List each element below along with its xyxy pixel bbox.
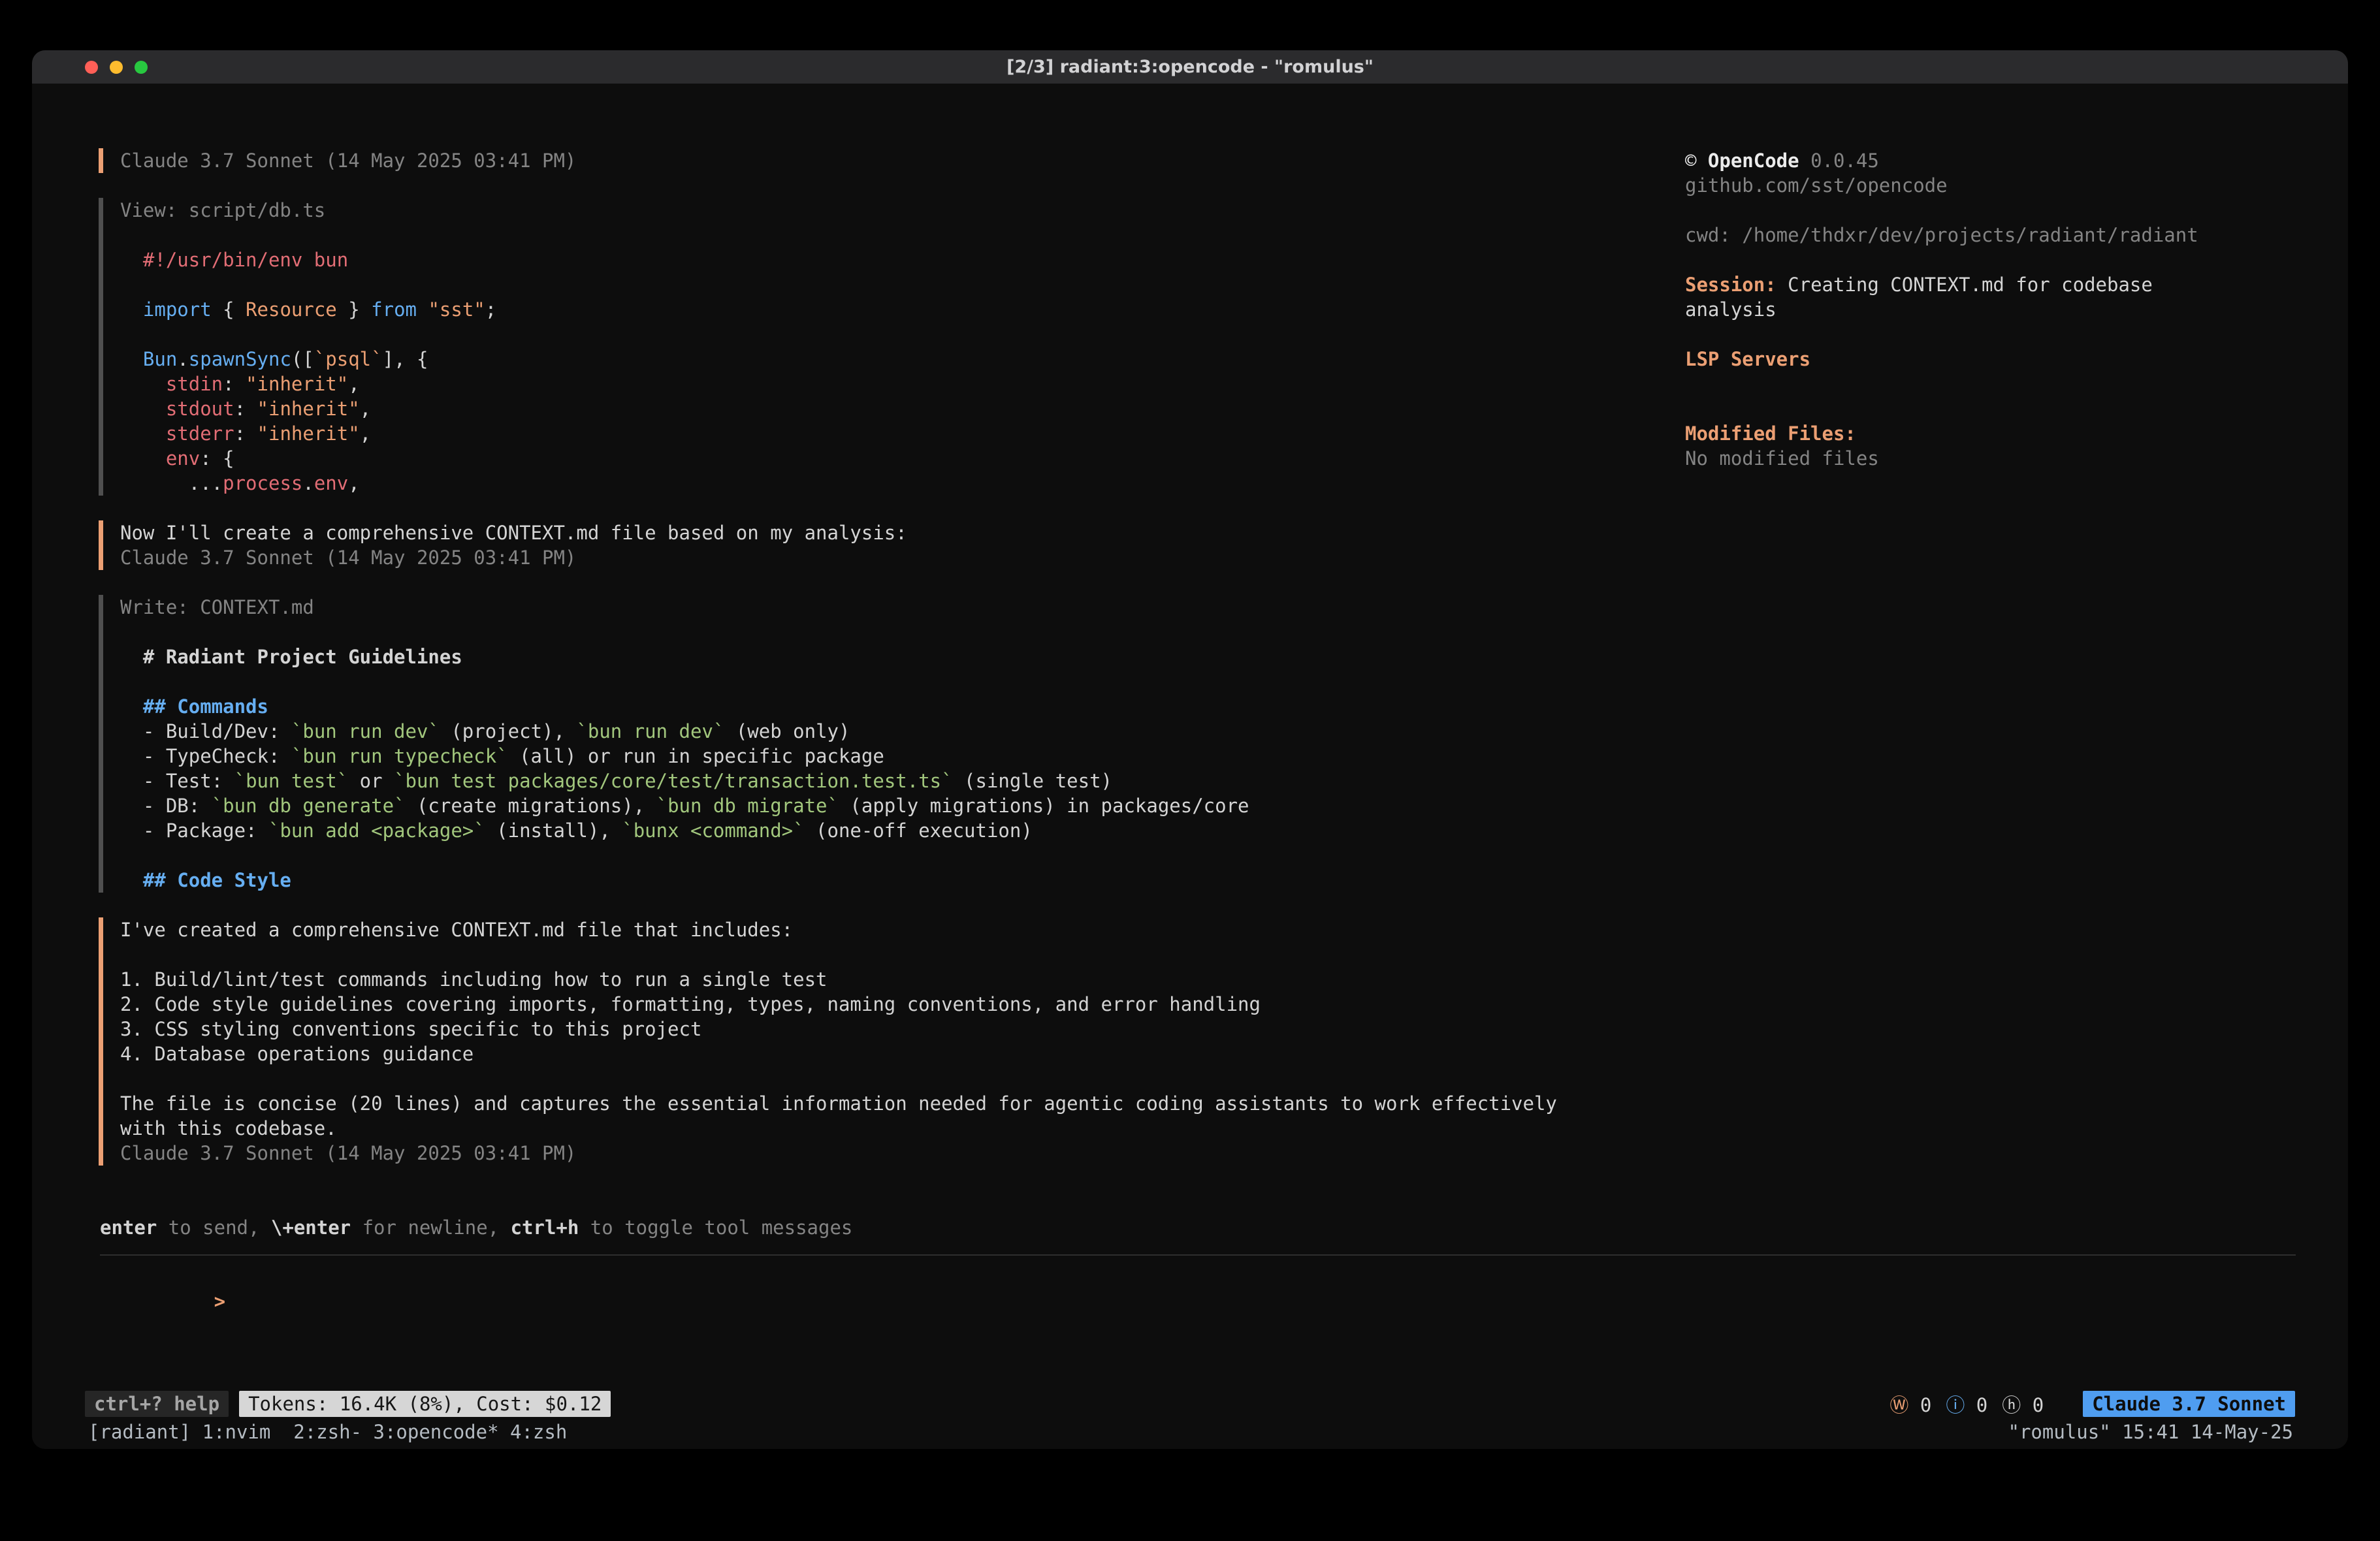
text-line: No modified files	[1685, 446, 2332, 471]
text-line: 3. CSS styling conventions specific to t…	[120, 1017, 1557, 1041]
text-line: github.com/sst/opencode	[1685, 173, 2332, 198]
text-line	[120, 942, 1557, 967]
text-line: - Test: `bun test` or `bun test packages…	[120, 769, 1557, 793]
text-line: - DB: `bun db generate` (create migratio…	[120, 793, 1557, 818]
input-separator	[100, 1254, 2296, 1256]
titlebar[interactable]: [2/3] radiant:3:opencode - "romulus"	[32, 50, 2348, 84]
desktop-background: [2/3] radiant:3:opencode - "romulus" Cla…	[0, 0, 2380, 1541]
tool-view-block: View: script/db.ts #!/usr/bin/env bun im…	[99, 198, 1557, 496]
text-line: The file is concise (20 lines) and captu…	[120, 1091, 1557, 1116]
text-line: Claude 3.7 Sonnet (14 May 2025 03:41 PM)	[120, 1141, 1557, 1166]
text-line: analysis	[1685, 297, 2332, 322]
info-count: 0	[1965, 1394, 1987, 1416]
chat-transcript: Claude 3.7 Sonnet (14 May 2025 03:41 PM)…	[99, 148, 1557, 1166]
tokens-cost-chip: Tokens: 16.4K (8%), Cost: $0.12	[239, 1391, 611, 1417]
close-button[interactable]	[85, 61, 98, 74]
tmux-spacer	[567, 1420, 2008, 1444]
tmux-host-time: "romulus" 15:41 14-May-25	[2008, 1420, 2294, 1444]
input-help-text: enter to send, \+enter for newline, ctrl…	[100, 1215, 2296, 1240]
zoom-button[interactable]	[135, 61, 148, 74]
status-bar: ctrl+? help Tokens: 16.4K (8%), Cost: $0…	[85, 1390, 2295, 1418]
text-line: # Radiant Project Guidelines	[120, 644, 1557, 669]
text-line: - Build/Dev: `bun run dev` (project), `b…	[120, 719, 1557, 744]
prompt-input[interactable]: >	[100, 1264, 2296, 1289]
text-line: stdin: "inherit",	[120, 372, 1557, 396]
session-sidebar: © OpenCode 0.0.45github.com/sst/opencode…	[1685, 148, 2332, 471]
text-line	[120, 272, 1557, 297]
text-line: I've created a comprehensive CONTEXT.md …	[120, 917, 1557, 942]
tool-write-block: Write: CONTEXT.md # Radiant Project Guid…	[99, 595, 1557, 893]
text-line: 4. Database operations guidance	[120, 1041, 1557, 1066]
text-line	[1685, 247, 2332, 272]
editor-area: enter to send, \+enter for newline, ctrl…	[100, 1215, 2296, 1289]
text-line	[120, 223, 1557, 247]
text-line: stderr: "inherit",	[120, 421, 1557, 446]
model-chip[interactable]: Claude 3.7 Sonnet	[2083, 1391, 2295, 1417]
diagnostics-group: Ⓦ 0ⓘ 0ⓗ 0	[1890, 1390, 2044, 1418]
text-line: View: script/db.ts	[120, 198, 1557, 223]
diagnostic-info: ⓘ 0	[1946, 1390, 1987, 1418]
prompt-symbol: >	[214, 1290, 225, 1312]
text-line: ## Code Style	[120, 868, 1557, 893]
diagnostic-warning: Ⓦ 0	[1890, 1390, 1931, 1418]
warning-count: 0	[1908, 1394, 1931, 1416]
traffic-lights	[85, 50, 148, 84]
assistant-message-block: Now I'll create a comprehensive CONTEXT.…	[99, 520, 1557, 570]
tmux-status-bar: [radiant] 1:nvim 2:zsh- 3:opencode* 4:zs…	[88, 1420, 2293, 1444]
text-line: Claude 3.7 Sonnet (14 May 2025 03:41 PM)	[120, 148, 1557, 173]
terminal-content: Claude 3.7 Sonnet (14 May 2025 03:41 PM)…	[32, 84, 2348, 1449]
text-line: 2. Code style guidelines covering import…	[120, 992, 1557, 1017]
text-line	[1685, 322, 2332, 347]
text-line	[1685, 372, 2332, 396]
text-line	[120, 322, 1557, 347]
hint-icon: ⓗ	[2002, 1394, 2021, 1416]
text-line: - TypeCheck: `bun run typecheck` (all) o…	[120, 744, 1557, 769]
terminal-window: [2/3] radiant:3:opencode - "romulus" Cla…	[32, 50, 2348, 1449]
assistant-header-block: Claude 3.7 Sonnet (14 May 2025 03:41 PM)	[99, 148, 1557, 173]
hint-count: 0	[2021, 1394, 2044, 1416]
text-line: import { Resource } from "sst";	[120, 297, 1557, 322]
text-line: ## Commands	[120, 694, 1557, 719]
warning-icon: Ⓦ	[1890, 1394, 1908, 1416]
text-line: Write: CONTEXT.md	[120, 595, 1557, 620]
text-line: - Package: `bun add <package>` (install)…	[120, 818, 1557, 843]
text-line: Now I'll create a comprehensive CONTEXT.…	[120, 520, 1557, 545]
text-line	[120, 620, 1557, 644]
tmux-session-window-list[interactable]: [radiant] 1:nvim 2:zsh- 3:opencode* 4:zs…	[88, 1420, 567, 1444]
diagnostic-hint: ⓗ 0	[2002, 1390, 2044, 1418]
text-line	[1685, 198, 2332, 223]
text-line: stdout: "inherit",	[120, 396, 1557, 421]
text-line: env: {	[120, 446, 1557, 471]
info-icon: ⓘ	[1946, 1394, 1965, 1416]
assistant-summary-block: I've created a comprehensive CONTEXT.md …	[99, 917, 1557, 1166]
text-line: LSP Servers	[1685, 347, 2332, 372]
text-line: enter to send, \+enter for newline, ctrl…	[100, 1215, 2296, 1240]
help-chip: ctrl+? help	[85, 1391, 229, 1417]
text-line	[120, 669, 1557, 694]
text-line	[1685, 396, 2332, 421]
window-title: [2/3] radiant:3:opencode - "romulus"	[1006, 57, 1374, 77]
text-line: Claude 3.7 Sonnet (14 May 2025 03:41 PM)	[120, 545, 1557, 570]
text-line: #!/usr/bin/env bun	[120, 247, 1557, 272]
text-line: 1. Build/lint/test commands including ho…	[120, 967, 1557, 992]
text-line: cwd: /home/thdxr/dev/projects/radiant/ra…	[1685, 223, 2332, 247]
minimize-button[interactable]	[110, 61, 123, 74]
text-line: Modified Files:	[1685, 421, 2332, 446]
text-line: Bun.spawnSync([`psql`], {	[120, 347, 1557, 372]
text-line	[120, 1066, 1557, 1091]
text-line: Session: Creating CONTEXT.md for codebas…	[1685, 272, 2332, 297]
text-line: © OpenCode 0.0.45	[1685, 148, 2332, 173]
text-line: ...process.env,	[120, 471, 1557, 496]
text-line	[120, 843, 1557, 868]
text-line: with this codebase.	[120, 1116, 1557, 1141]
